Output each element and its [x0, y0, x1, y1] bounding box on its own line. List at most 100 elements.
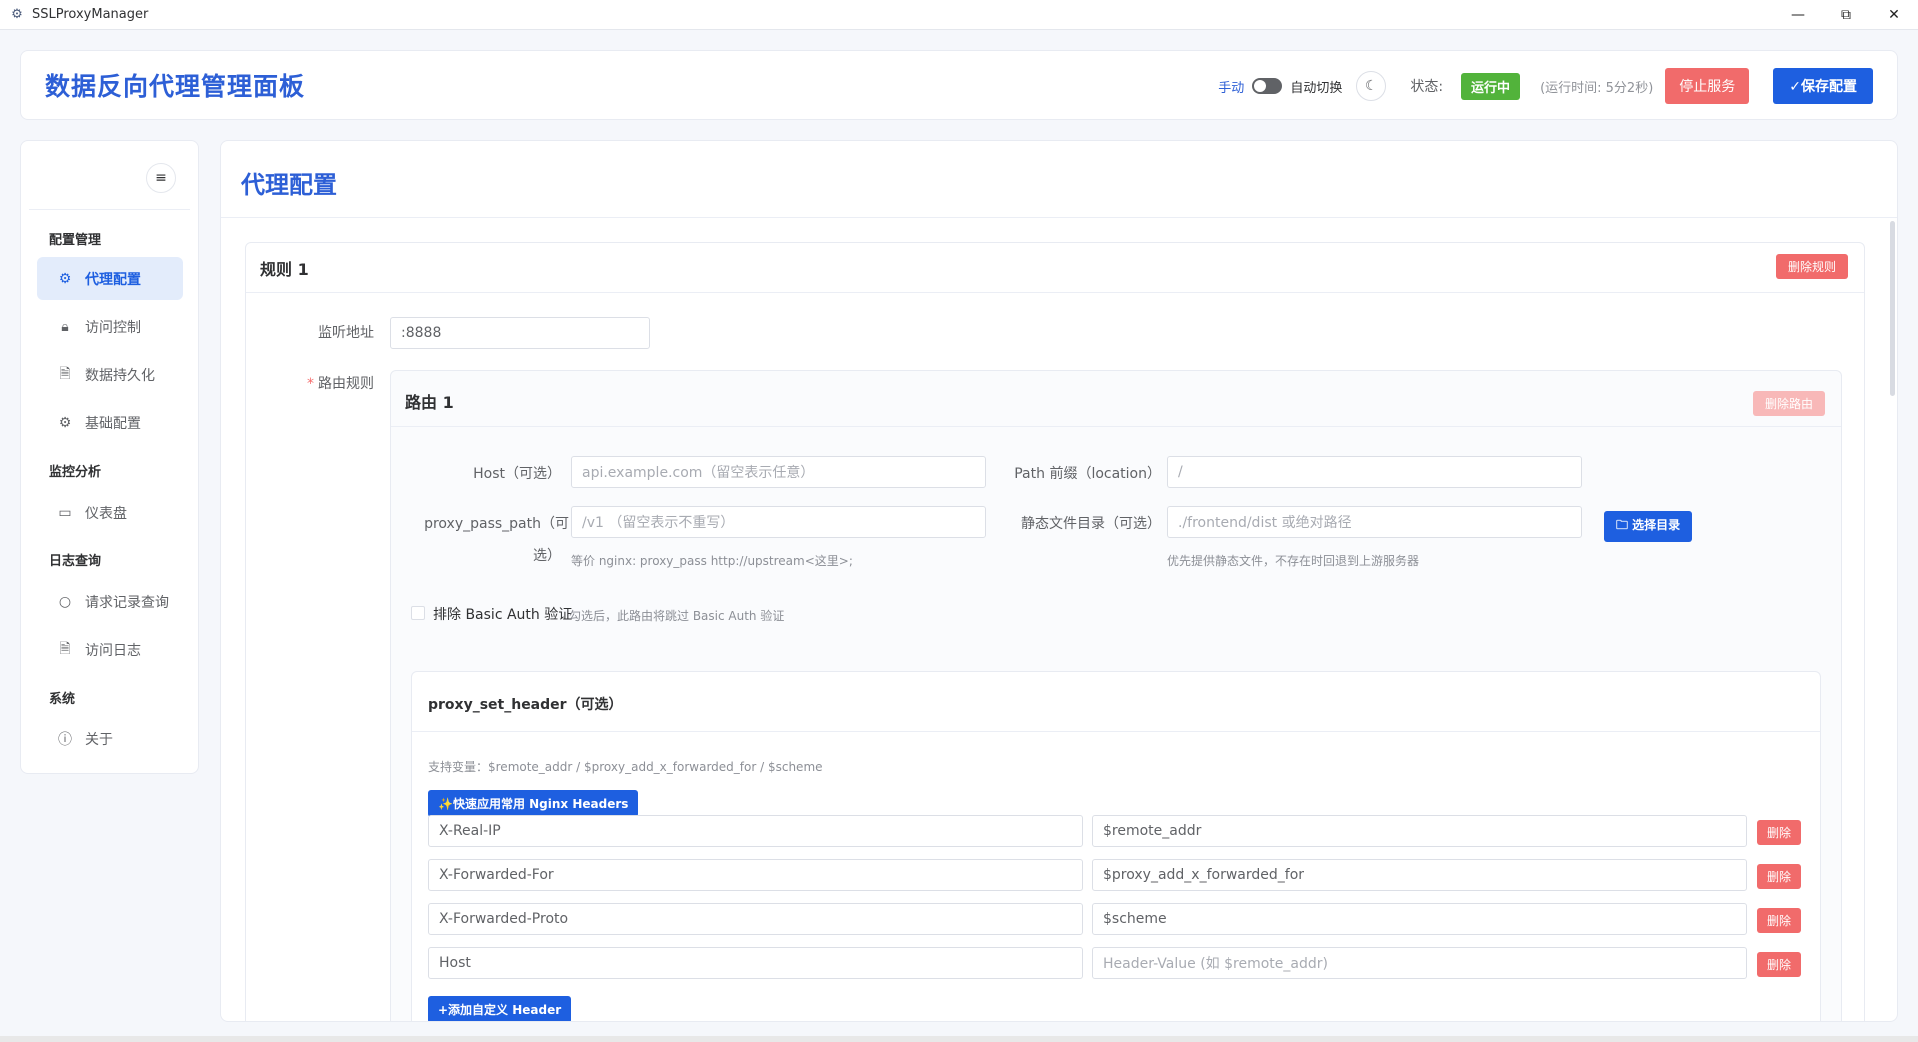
delete-header-button[interactable]: 删除 [1757, 820, 1802, 845]
minimize-icon[interactable]: — [1774, 0, 1822, 30]
choose-directory-button[interactable]: 🗀 选择目录 [1604, 511, 1693, 542]
sidebar-item-access-log[interactable]: 🗎 访问日志 [37, 628, 183, 671]
sidebar-item-label: 代理配置 [85, 271, 141, 288]
document-icon: 🗎 [59, 640, 71, 657]
app-gear-icon: ⚙ [11, 7, 23, 22]
sidebar-group-system: 系统 [49, 692, 76, 707]
quick-apply-headers-button[interactable]: ✨快速应用常用 Nginx Headers [428, 790, 639, 817]
proxy-pass-input[interactable]: /v1 （留空表示不重写） [571, 506, 986, 538]
header-controls: 手动 自动切换 ☾ 状态: 运行中 (运行时间: 5分2秒) 停止服务 ✓保存配… [1218, 51, 1873, 121]
rule-title: 规则 1 [260, 259, 309, 279]
main-panel: 代理配置 规则 1 删除规则 监听地址 :8888 * 路由规则 路由 1 删除路… [220, 140, 1898, 1022]
sidebar-item-label: 数据持久化 [85, 367, 155, 384]
sidebar-item-access-control[interactable]: 🔒︎ 访问控制 [37, 305, 183, 348]
sidebar-item-basic-config[interactable]: ⚙ 基础配置 [37, 401, 183, 444]
routes-label-text: 路由规则 [318, 376, 374, 392]
proxy-set-header-title: proxy_set_header（可选） [428, 697, 623, 713]
routes-label: * 路由规则 [307, 376, 374, 392]
sidebar: ≡ 配置管理 ⚙ 代理配置 🔒︎ 访问控制 🗎 数据持久化 ⚙ 基础配置 监控分… [20, 140, 199, 774]
search-icon: ○ [58, 593, 72, 610]
title-divider [221, 217, 1897, 218]
status-label: 状态: [1410, 79, 1444, 95]
status-badge: 运行中 [1461, 72, 1521, 100]
static-dir-label: 静态文件目录（可选） [1021, 516, 1161, 532]
sidebar-group-logs: 日志查询 [49, 554, 102, 569]
sidebar-item-label: 仪表盘 [85, 505, 127, 522]
delete-route-button[interactable]: 删除路由 [1752, 391, 1825, 416]
static-dir-hint: 优先提供静态文件，不存在时回退到上游服务器 [1167, 554, 1420, 568]
header-value-input[interactable]: Header-Value (如 $remote_addr) [1092, 947, 1747, 979]
delete-header-button[interactable]: 删除 [1757, 908, 1802, 933]
stop-service-button[interactable]: 停止服务 [1665, 68, 1750, 104]
sidebar-group-config: 配置管理 [49, 233, 102, 248]
header-value-input[interactable]: $scheme [1092, 903, 1747, 935]
delete-header-button[interactable]: 删除 [1757, 952, 1802, 977]
title-bar: ⚙ SSLProxyManager — ⧉ ✕ [0, 0, 1918, 30]
bottom-strip [0, 1036, 1918, 1042]
mode-toggle[interactable] [1252, 78, 1283, 94]
page-title: 代理配置 [241, 171, 337, 199]
window-controls: — ⧉ ✕ [1774, 0, 1918, 30]
maximize-icon[interactable]: ⧉ [1822, 0, 1870, 30]
save-config-button[interactable]: ✓保存配置 [1773, 68, 1873, 104]
path-prefix-input[interactable]: / [1167, 456, 1582, 488]
route-card: 路由 1 删除路由 Host（可选） api.example.com（留空表示任… [390, 370, 1842, 1021]
static-dir-input[interactable]: ./frontend/dist 或绝对路径 [1167, 506, 1582, 538]
close-icon[interactable]: ✕ [1870, 0, 1918, 30]
dashboard-icon: ▭ [58, 504, 72, 521]
route-header: 路由 1 删除路由 [391, 371, 1841, 427]
moon-icon[interactable]: ☾ [1356, 71, 1387, 101]
rule-card: 规则 1 删除规则 监听地址 :8888 * 路由规则 路由 1 删除路由 Hos… [245, 242, 1865, 1021]
listen-address-input[interactable]: :8888 [390, 317, 650, 349]
toggle-knob [1254, 80, 1267, 92]
sidebar-item-label: 请求记录查询 [85, 594, 169, 611]
proxy-set-header-card: proxy_set_header（可选） 支持变量：$remote_addr /… [411, 671, 1821, 1021]
sidebar-item-about[interactable]: ⓘ 关于 [37, 717, 183, 760]
header-value-input[interactable]: $proxy_add_x_forwarded_for [1092, 859, 1747, 891]
sidebar-item-label: 基础配置 [85, 415, 141, 432]
info-icon: ⓘ [58, 731, 72, 748]
proxy-set-header-head: proxy_set_header（可选） [412, 672, 1820, 732]
sidebar-item-label: 关于 [85, 731, 113, 748]
host-input[interactable]: api.example.com（留空表示任意） [571, 456, 986, 488]
document-icon: 🗎 [59, 365, 71, 382]
exclude-basic-auth-hint: 勾选后，此路由将跳过 Basic Auth 验证 [569, 609, 785, 623]
sidebar-divider [29, 209, 190, 210]
rule-header: 规则 1 删除规则 [246, 243, 1864, 293]
brand-title: 数据反向代理管理面板 [45, 72, 306, 101]
sidebar-item-label: 访问控制 [85, 319, 141, 336]
route-title: 路由 1 [405, 393, 454, 412]
gear-icon: ⚙ [58, 414, 72, 431]
delete-header-button[interactable]: 删除 [1757, 864, 1802, 889]
sidebar-item-request-query[interactable]: ○ 请求记录查询 [37, 580, 183, 623]
header-vars-hint: 支持变量：$remote_addr / $proxy_add_x_forward… [428, 760, 823, 774]
header-value-input[interactable]: $remote_addr [1092, 815, 1747, 847]
header-key-input[interactable]: Host [428, 947, 1083, 979]
exclude-basic-auth-checkbox[interactable] [411, 606, 425, 620]
header-key-input[interactable]: X-Forwarded-Proto [428, 903, 1083, 935]
sidebar-item-label: 访问日志 [85, 642, 141, 659]
proxy-pass-hint: 等价 nginx: proxy_pass http://upstream<这里>… [571, 554, 853, 568]
app-header: 数据反向代理管理面板 手动 自动切换 ☾ 状态: 运行中 (运行时间: 5分2秒… [20, 50, 1898, 120]
mode-auto-label: 自动切换 [1290, 80, 1343, 96]
sidebar-item-proxy-config[interactable]: ⚙ 代理配置 [37, 257, 183, 300]
lock-icon: 🔒︎ [61, 318, 69, 335]
proxy-pass-label-1: proxy_pass_path（可 [424, 516, 569, 532]
sidebar-group-monitor: 监控分析 [49, 465, 102, 480]
add-custom-header-button[interactable]: +添加自定义 Header [428, 996, 572, 1021]
delete-rule-button[interactable]: 删除规则 [1775, 254, 1848, 279]
gear-icon: ⚙ [58, 270, 72, 287]
header-key-input[interactable]: X-Real-IP [428, 815, 1083, 847]
sidebar-item-dashboard[interactable]: ▭ 仪表盘 [37, 491, 183, 534]
header-key-input[interactable]: X-Forwarded-For [428, 859, 1083, 891]
path-prefix-label: Path 前缀（location） [1014, 466, 1161, 482]
listen-address-label: 监听地址 [318, 325, 374, 341]
proxy-pass-label-2: 选） [533, 548, 561, 564]
uptime-text: (运行时间: 5分2秒) [1540, 80, 1654, 96]
menu-collapse-icon[interactable]: ≡ [146, 163, 176, 193]
window-title: SSLProxyManager [32, 7, 149, 22]
sidebar-item-persistence[interactable]: 🗎 数据持久化 [37, 353, 183, 396]
host-label: Host（可选） [473, 466, 561, 482]
exclude-basic-auth-label[interactable]: 排除 Basic Auth 验证 [433, 604, 572, 624]
main-scrollbar[interactable] [1890, 221, 1895, 396]
